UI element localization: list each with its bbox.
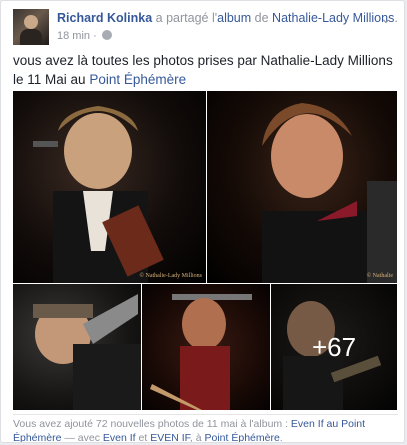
- more-photos-count[interactable]: +67: [271, 284, 397, 410]
- photo-5-more[interactable]: +67: [271, 284, 397, 410]
- caption-at: , à: [189, 432, 202, 443]
- photo-caption: Vous avez ajouté 72 nouvelles photos de …: [13, 414, 398, 443]
- caption-tag-2[interactable]: EVEN IF: [150, 432, 190, 442]
- album-link[interactable]: album: [217, 11, 251, 25]
- caption-place-link[interactable]: Point Éphémère: [205, 432, 280, 442]
- shared-text: a partagé l': [155, 11, 218, 25]
- post-time[interactable]: 18 min: [57, 30, 90, 42]
- album-owner-link[interactable]: Nathalie-Lady Millions: [272, 11, 394, 25]
- photo-2-art: [262, 103, 397, 283]
- caption-tag-1[interactable]: Even If: [103, 432, 136, 442]
- post-meta: 18 min ·: [57, 30, 112, 42]
- photo-2-watermark: © Nathalie: [366, 273, 393, 279]
- photo-4[interactable]: [142, 284, 270, 410]
- chevron-down-icon[interactable]: ⌄: [378, 11, 394, 25]
- caption-with: — avec: [64, 432, 100, 443]
- post-text: vous avez là toutes les photos prises pa…: [13, 51, 398, 89]
- post-headline: Richard Kolinka a partagé l'album de Nat…: [57, 11, 398, 25]
- of-text: de: [254, 11, 269, 25]
- photo-2[interactable]: © Nathalie: [207, 91, 397, 283]
- post-card: Richard Kolinka a partagé l'album de Nat…: [0, 0, 405, 443]
- photo-1-art: [33, 106, 164, 283]
- post-header: Richard Kolinka a partagé l'album de Nat…: [13, 9, 398, 49]
- caption-and: et: [138, 432, 148, 443]
- post-text-main: vous avez là toutes les photos prises pa…: [13, 53, 393, 87]
- caption-end: .: [279, 432, 283, 443]
- photo-1[interactable]: © Nathalie-Lady Millions: [13, 91, 206, 283]
- photo-3-art: [33, 294, 141, 410]
- author-link[interactable]: Richard Kolinka: [57, 11, 152, 25]
- avatar[interactable]: [13, 9, 49, 45]
- photo-4-art: [150, 294, 252, 410]
- caption-text: Vous avez ajouté 72 nouvelles photos de …: [13, 418, 288, 430]
- avatar-head: [24, 15, 38, 29]
- meta-separator: ·: [93, 30, 97, 42]
- location-link[interactable]: Point Éphémère: [89, 72, 186, 87]
- photo-1-watermark: © Nathalie-Lady Millions: [139, 273, 202, 279]
- avatar-body: [20, 29, 42, 45]
- headline-period: .: [394, 11, 398, 25]
- globe-icon[interactable]: [101, 30, 112, 40]
- photo-3[interactable]: [13, 284, 141, 410]
